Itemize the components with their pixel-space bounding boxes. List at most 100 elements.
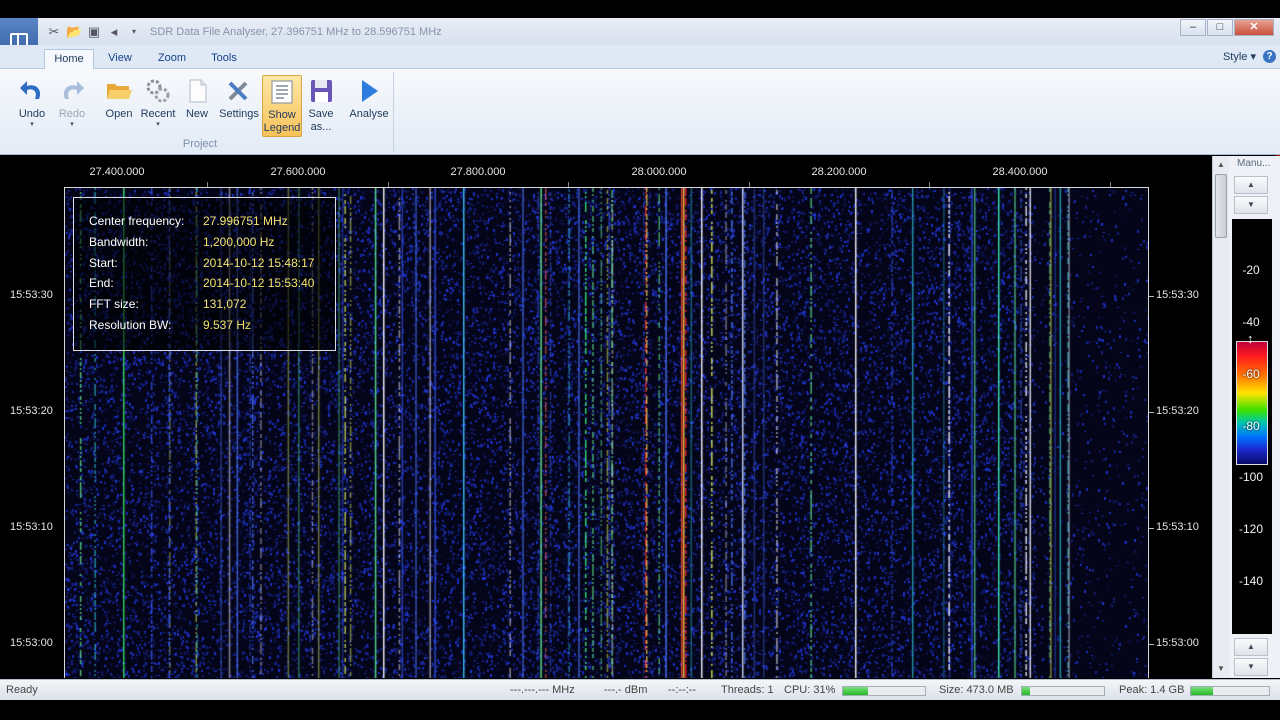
legend-value: 131,072	[203, 297, 247, 311]
legend-key: End:	[89, 276, 114, 290]
size-meter	[1021, 686, 1105, 696]
save-icon[interactable]: ▣	[86, 24, 102, 40]
tab-tools[interactable]: Tools	[202, 49, 246, 69]
legend-value: 2014-10-12 15:48:17	[203, 256, 315, 270]
scroll-up-arrow-icon[interactable]: ▲	[1213, 158, 1229, 172]
new-button[interactable]: New	[180, 75, 214, 137]
show-legend-button[interactable]: Show Legend	[262, 75, 302, 137]
peak-meter-fill	[1191, 687, 1213, 695]
redo-button[interactable]: Redo ▾	[52, 75, 92, 137]
status-peak: Peak: 1.4 GB	[1119, 684, 1185, 696]
db-label: -60	[1242, 367, 1260, 381]
time-label-right: 15:53:20	[1156, 405, 1199, 417]
analyse-button[interactable]: Analyse	[346, 75, 392, 137]
peak-meter	[1190, 686, 1270, 696]
legend-icon	[271, 80, 293, 104]
undo-icon	[20, 81, 41, 99]
sound-icon[interactable]: ◂	[106, 24, 122, 40]
recent-label: Recent	[140, 108, 176, 120]
legend-value: 27.996751 MHz	[203, 214, 288, 228]
settings-button[interactable]: Settings	[216, 75, 262, 137]
tools-icon	[228, 81, 248, 101]
close-button[interactable]: ✕	[1234, 19, 1274, 36]
status-threads: Threads: 1	[721, 684, 774, 696]
style-label: Style	[1222, 51, 1248, 63]
style-menu[interactable]: Style ▾	[1223, 50, 1256, 63]
open-button[interactable]: Open	[100, 75, 138, 137]
time-label-left: 15:53:00	[10, 637, 53, 649]
time-tick	[1149, 412, 1154, 413]
vertical-scrollbar[interactable]: ▲ ▼	[1212, 156, 1229, 678]
save-as-label-2: as...	[310, 121, 332, 133]
time-label-left: 15:53:30	[10, 289, 53, 301]
window-controls: – □ ✕	[1179, 19, 1274, 36]
scroll-thumb[interactable]	[1215, 174, 1227, 238]
new-label: New	[185, 108, 208, 120]
maximize-button[interactable]: □	[1207, 19, 1233, 36]
frequency-tick: 28.200.000	[811, 166, 867, 178]
scale-mode-selector[interactable]: Manu...	[1237, 158, 1270, 169]
color-scale-panel: Manu... ▲ ▼ ↕ -20 -40 -60 -80 -100 -120 …	[1229, 156, 1280, 678]
db-label: -20	[1242, 263, 1260, 277]
db-label: -100	[1238, 470, 1264, 484]
legend-key: Start:	[89, 256, 118, 270]
ribbon: Undo ▾ Redo ▾ Open Recent ▾ New Settings…	[0, 69, 1280, 155]
scale-down-button-bottom[interactable]: ▼	[1234, 658, 1268, 676]
time-label-right: 15:53:10	[1156, 521, 1199, 533]
db-scale: ↕ -20 -40 -60 -80 -100 -120 -140	[1232, 219, 1272, 634]
scale-up-button[interactable]: ▲	[1234, 176, 1268, 194]
settings-label: Settings	[219, 108, 259, 120]
redo-icon	[63, 81, 84, 99]
status-ready: Ready	[6, 684, 38, 696]
db-label: -80	[1242, 419, 1260, 433]
status-cpu: CPU: 31%	[784, 684, 836, 696]
frequency-axis: 27.400.000 27.600.000 27.800.000 28.000.…	[0, 156, 1212, 188]
folder-open-icon	[107, 84, 132, 99]
cpu-meter	[842, 686, 926, 696]
window-title: SDR Data File Analyser, 27.396751 MHz to…	[150, 26, 442, 38]
frequency-tick: 28.000.000	[631, 166, 687, 178]
open-icon[interactable]: 📂	[66, 24, 82, 40]
time-tick	[1149, 296, 1154, 297]
scale-down-button[interactable]: ▼	[1234, 196, 1268, 214]
legend-key: Bandwidth:	[89, 235, 149, 249]
color-gradient-bar[interactable]	[1236, 341, 1268, 465]
db-label: -120	[1238, 522, 1264, 536]
legend-key: Resolution BW:	[89, 318, 172, 332]
settings-icon[interactable]: ✂	[46, 24, 62, 40]
status-frequency: ---.---.--- MHz	[510, 684, 575, 696]
db-label: -40	[1242, 315, 1260, 329]
recent-button[interactable]: Recent ▾	[138, 75, 178, 137]
ribbon-group-project: Undo ▾ Redo ▾ Open Recent ▾ New Settings…	[6, 72, 394, 152]
scale-up-button-bottom[interactable]: ▲	[1234, 638, 1268, 656]
status-bar: Ready ---.---.--- MHz ---.- dBm --:--:--…	[0, 679, 1280, 700]
chevron-down-icon: ▾	[1250, 51, 1256, 63]
minimize-button[interactable]: –	[1180, 19, 1206, 36]
new-document-icon	[189, 79, 207, 103]
time-tick	[1149, 528, 1154, 529]
tab-zoom[interactable]: Zoom	[150, 49, 194, 69]
range-handle-icon[interactable]: ↕	[1247, 331, 1254, 346]
chevron-down-icon: ▾	[70, 121, 74, 128]
time-label-left: 15:53:10	[10, 521, 53, 533]
frequency-tick: 27.600.000	[270, 166, 326, 178]
tab-home[interactable]: Home	[44, 49, 94, 69]
cpu-meter-fill	[843, 687, 869, 695]
sdr-analyser-window: ✂ 📂 ▣ ◂ ▾ SDR Data File Analyser, 27.396…	[0, 0, 1280, 720]
status-level: ---.- dBm	[604, 684, 648, 696]
recent-gears-icon	[146, 79, 170, 103]
help-icon[interactable]: ?	[1263, 50, 1276, 63]
analyse-label: Analyse	[349, 108, 389, 120]
legend-value: 2014-10-12 15:53:40	[203, 276, 315, 290]
quick-access-toolbar: ✂ 📂 ▣ ◂ ▾	[46, 24, 142, 40]
undo-button[interactable]: Undo ▾	[12, 75, 52, 137]
legend-key: FFT size:	[89, 297, 139, 311]
time-tick	[1149, 644, 1154, 645]
tab-view[interactable]: View	[100, 49, 140, 69]
dropdown-icon[interactable]: ▾	[126, 24, 142, 40]
scroll-down-arrow-icon[interactable]: ▼	[1213, 662, 1229, 676]
redo-label: Redo	[58, 108, 86, 120]
open-label: Open	[105, 108, 133, 120]
chevron-down-icon: ▾	[30, 121, 34, 128]
save-as-button[interactable]: Save as...	[304, 75, 338, 137]
